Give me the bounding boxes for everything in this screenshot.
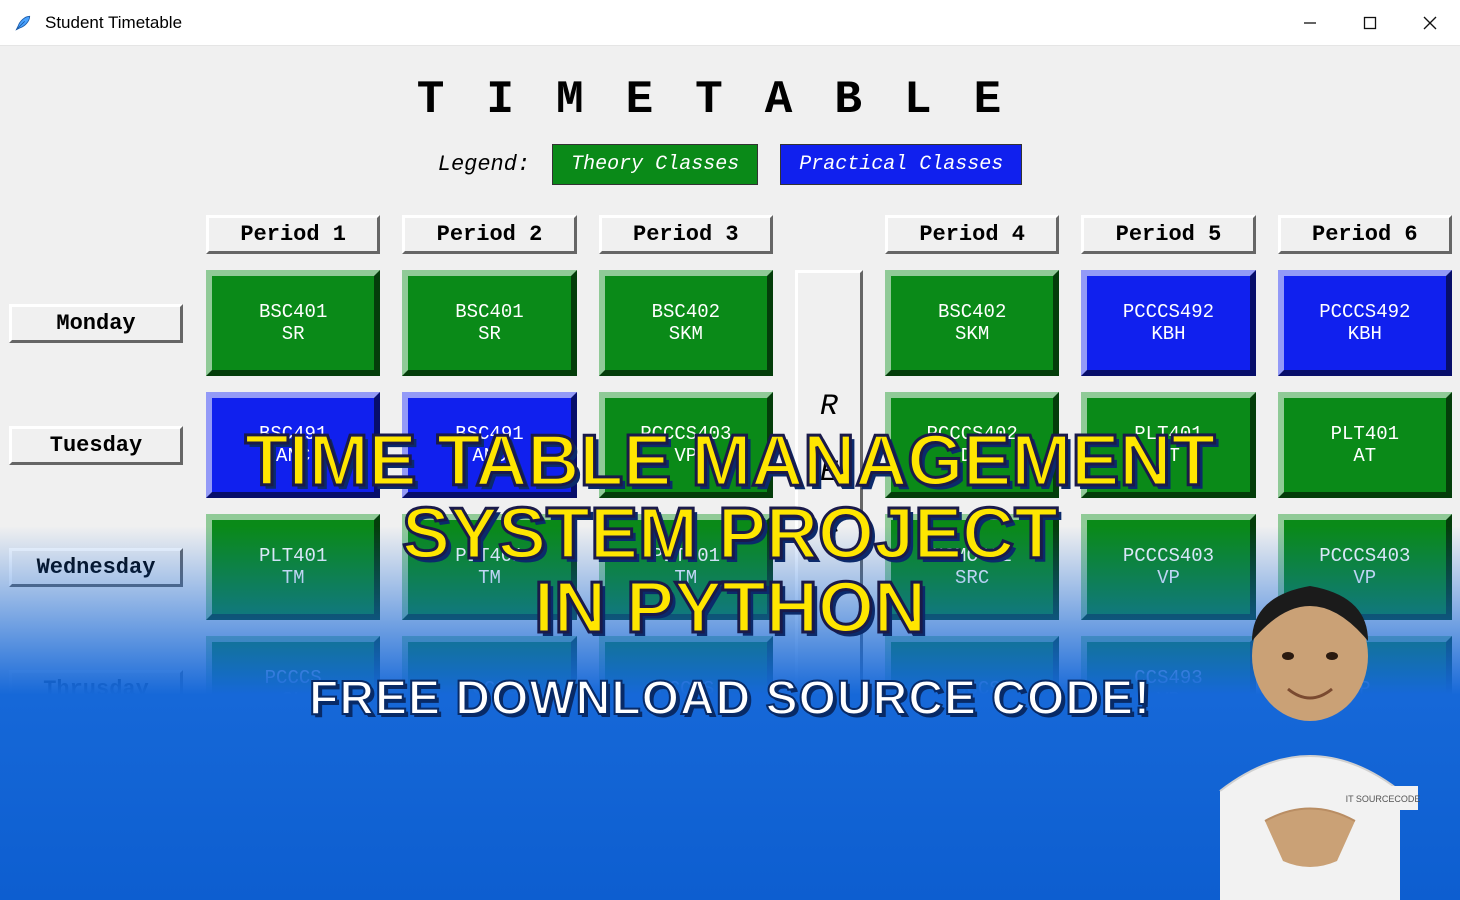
window-title: Student Timetable [45, 13, 182, 33]
class-cell[interactable]: BSC491ANC [206, 392, 380, 498]
class-teacher: KBH [1285, 323, 1445, 345]
timetable-grid: Period 1 Period 2 Period 3 Period 4 Peri… [8, 215, 1452, 742]
class-cell[interactable]: BSC401SR [206, 270, 380, 376]
class-teacher: SKM [892, 323, 1052, 345]
class-code: PCCCS403 [1285, 545, 1445, 567]
class-code: PCCCS [409, 678, 569, 700]
class-teacher: ANC [213, 445, 373, 467]
class-teacher: TM [409, 567, 569, 589]
class-cell[interactable]: PCCCS403VP [1081, 514, 1255, 620]
class-code: BSC401 [213, 301, 373, 323]
legend-practical: Practical Classes [780, 144, 1022, 185]
day-header: Tuesday [9, 426, 183, 465]
class-cell[interactable]: CCS493VP [1081, 636, 1255, 742]
class-teacher: ANC [409, 445, 569, 467]
class-code: PCCCS492 [1088, 301, 1248, 323]
period-header: Period 1 [206, 215, 380, 254]
period-header: Period 2 [402, 215, 576, 254]
close-button[interactable] [1400, 0, 1460, 45]
class-cell[interactable]: PLT401TM [402, 514, 576, 620]
class-code: BSC491 [213, 423, 373, 445]
class-teacher: VP [606, 445, 766, 467]
class-cell[interactable]: HSMC402SRC [885, 514, 1059, 620]
class-cell[interactable]: PCCCS403VP [599, 392, 773, 498]
window-titlebar: Student Timetable [0, 0, 1460, 46]
class-cell[interactable]: BSC402SKM [599, 270, 773, 376]
period-header: Period 5 [1081, 215, 1255, 254]
class-code: BSC402 [892, 301, 1052, 323]
feather-icon [0, 13, 45, 33]
class-code: PCCCS [213, 667, 373, 689]
class-cell[interactable]: BSC491ANC [402, 392, 576, 498]
class-teacher: KBH [1088, 323, 1248, 345]
day-header: Monday [9, 304, 183, 343]
class-teacher: AT [1285, 445, 1445, 467]
period-header: Period 6 [1278, 215, 1452, 254]
class-cell[interactable]: PLT401AT [1278, 392, 1452, 498]
legend-label: Legend: [438, 152, 530, 177]
svg-text:IT SOURCECODE: IT SOURCECODE [1346, 794, 1421, 804]
class-code: PLT401 [409, 545, 569, 567]
class-teacher: SR [409, 323, 569, 345]
class-teacher: AT [1088, 445, 1248, 467]
class-cell[interactable]: PCCCS [599, 636, 773, 742]
class-teacher: SRC [892, 567, 1052, 589]
class-teacher: SKM [606, 323, 766, 345]
page-title: TIMETABLE [0, 46, 1460, 144]
period-header: Period 3 [599, 215, 773, 254]
class-teacher: VP [1088, 689, 1248, 711]
day-header: Wednesday [9, 548, 183, 587]
app-body: TIMETABLE Legend: Theory Classes Practic… [0, 46, 1460, 900]
class-cell[interactable]: PLT401AT [1081, 392, 1255, 498]
class-code: BSC401 [409, 301, 569, 323]
class-code: BSC402 [606, 301, 766, 323]
class-teacher: TM [213, 567, 373, 589]
period-header: Period 4 [885, 215, 1059, 254]
class-code: P [1285, 678, 1445, 700]
class-code: PCCCS402 [892, 423, 1052, 445]
class-teacher: VP [1285, 567, 1445, 589]
class-cell[interactable]: PCCCS492KBH [1278, 270, 1452, 376]
class-code: PCCCS403 [1088, 545, 1248, 567]
day-header: Thrusday [9, 670, 183, 709]
class-code: PCCCS [606, 678, 766, 700]
class-cell[interactable]: BSC402SKM [885, 270, 1059, 376]
class-code: PLT401 [606, 545, 766, 567]
class-teacher: VP [1088, 567, 1248, 589]
class-code: PCCCS492 [1285, 301, 1445, 323]
class-teacher: SL [213, 689, 373, 711]
class-code: PLT401 [213, 545, 373, 567]
class-cell[interactable]: PCCCS492KBH [1081, 270, 1255, 376]
maximize-button[interactable] [1340, 0, 1400, 45]
class-cell[interactable]: PCCCSSL [206, 636, 380, 742]
class-code: HSMC402 [892, 545, 1052, 567]
class-code: BSC491 [409, 423, 569, 445]
class-cell[interactable]: PLT401TM [206, 514, 380, 620]
class-code: PCCCS [892, 678, 1052, 700]
class-cell[interactable]: PCCCS [402, 636, 576, 742]
class-cell[interactable]: PLT401TM [599, 514, 773, 620]
class-cell[interactable]: P [1278, 636, 1452, 742]
class-teacher: TM [606, 567, 766, 589]
class-teacher: SR [213, 323, 373, 345]
class-cell[interactable]: PCCCS403VP [1278, 514, 1452, 620]
class-code: PLT401 [1285, 423, 1445, 445]
minimize-button[interactable] [1280, 0, 1340, 45]
class-code: PCCCS403 [606, 423, 766, 445]
class-cell[interactable]: PCCCS [885, 636, 1059, 742]
class-cell[interactable]: BSC401SR [402, 270, 576, 376]
class-cell[interactable]: PCCCS402DC [885, 392, 1059, 498]
class-code: CCS493 [1088, 667, 1248, 689]
legend: Legend: Theory Classes Practical Classes [0, 144, 1460, 185]
class-code: PLT401 [1088, 423, 1248, 445]
class-teacher: DC [892, 445, 1052, 467]
legend-theory: Theory Classes [552, 144, 758, 185]
